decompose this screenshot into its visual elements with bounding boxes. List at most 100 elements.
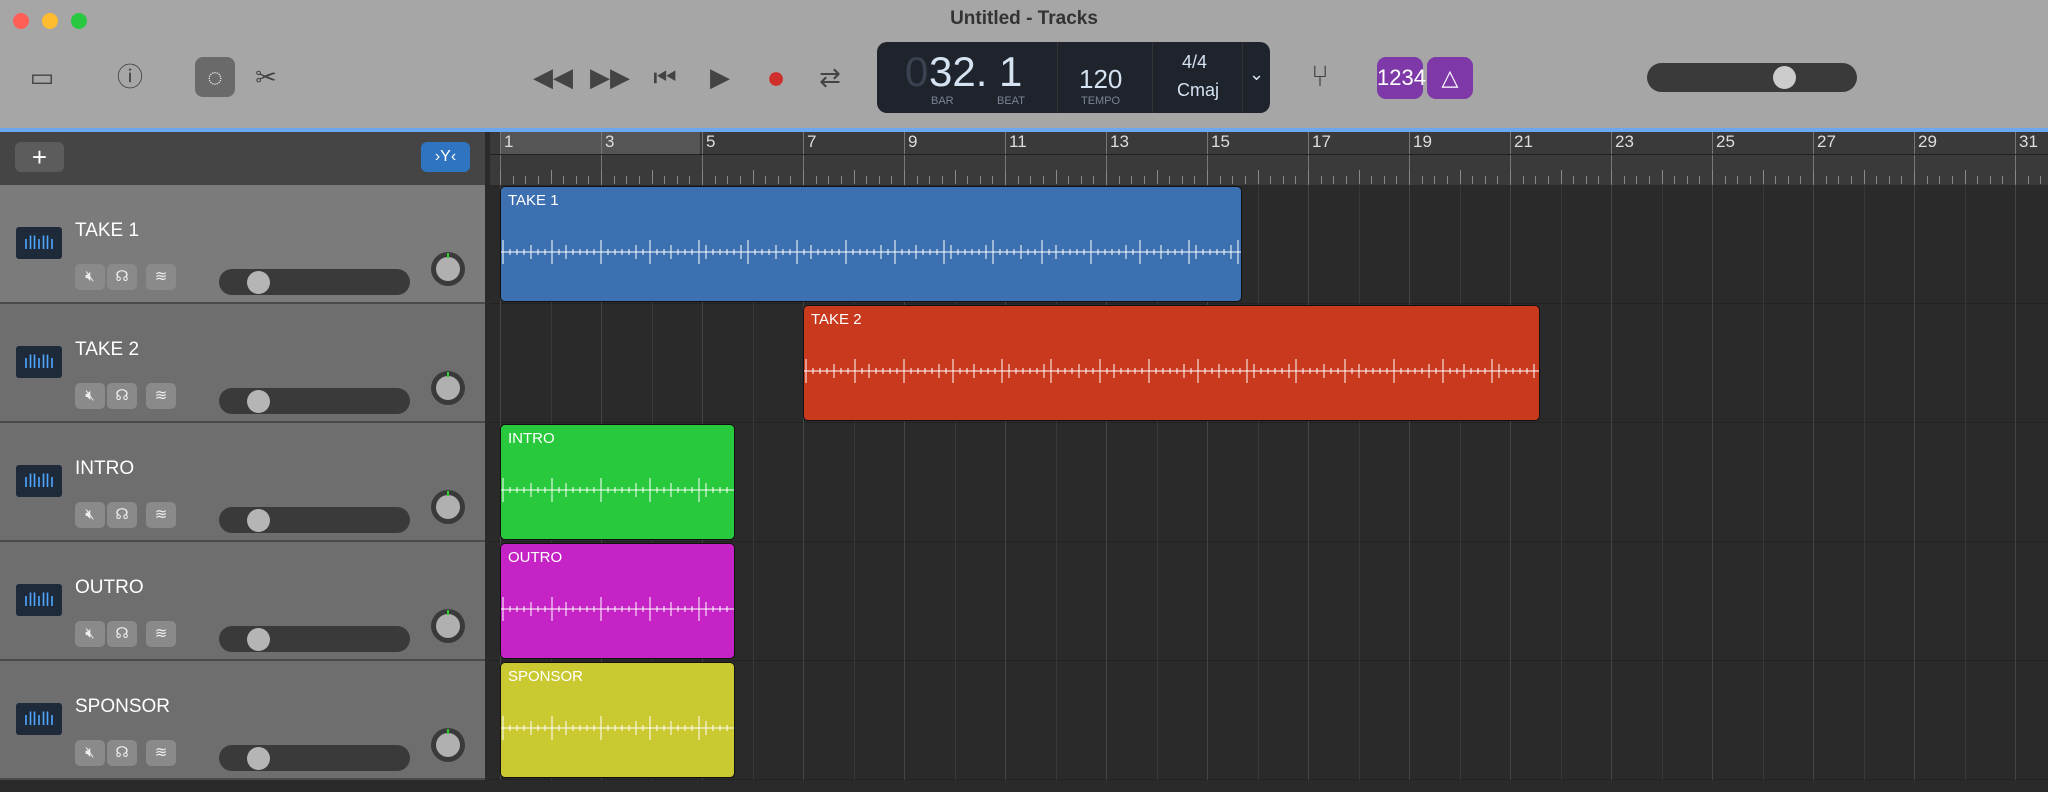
audio-region[interactable]: OUTRO [500, 543, 735, 659]
track-name[interactable]: TAKE 2 [75, 339, 139, 361]
cycle-button[interactable]: ⇄ [810, 57, 850, 97]
mute-button[interactable]: 🔇︎ [75, 621, 105, 647]
mute-button[interactable]: 🔇︎ [75, 264, 105, 290]
audio-region[interactable]: TAKE 2 [803, 305, 1541, 421]
library-icon[interactable]: ▭ [22, 57, 62, 97]
track-lane[interactable]: TAKE 1 [490, 185, 2048, 304]
mute-button[interactable]: 🔇︎ [75, 502, 105, 528]
volume-thumb[interactable] [247, 509, 270, 532]
help-icon[interactable]: ⓘ [110, 57, 150, 97]
audio-waveform-icon: ıllıllı [16, 227, 62, 259]
beat-label: BEAT [997, 95, 1025, 107]
time-signature[interactable]: 4/4 [1182, 52, 1207, 73]
audio-region[interactable]: INTRO [500, 424, 735, 540]
track-volume-slider[interactable] [219, 507, 410, 533]
chevron-down-icon[interactable]: ⌄ [1249, 64, 1264, 85]
volume-thumb[interactable] [247, 271, 270, 294]
track-volume-slider[interactable] [219, 745, 410, 771]
track-name[interactable]: TAKE 1 [75, 220, 139, 242]
pan-knob[interactable] [429, 726, 467, 764]
timeline-ruler[interactable]: 1 3 5 7 9 11 13 15 17 19 21 23 25 27 29 31 [490, 132, 2048, 185]
bar-number: 21 [1514, 132, 1533, 151]
rewind-button[interactable]: ◀◀ [533, 57, 573, 97]
bar-number: 27 [1817, 132, 1836, 151]
track-volume-slider[interactable] [219, 626, 410, 652]
track-lane[interactable]: INTRO [490, 423, 2048, 542]
lcd-display[interactable]: 0 32. 1 BAR BEAT 120 TEMPO 4/4 Cmaj ⌄ [877, 42, 1270, 113]
waveform [501, 478, 734, 502]
volume-thumb[interactable] [247, 628, 270, 651]
track-volume-slider[interactable] [219, 388, 410, 414]
count-in-button[interactable]: 1234 [1377, 57, 1426, 99]
track-header[interactable]: ıllıllı OUTRO 🔇︎ ☊ ≋ [0, 542, 485, 661]
smart-tempo-button[interactable]: ›Y‹ [421, 142, 470, 172]
bar-number: 1 [504, 132, 514, 151]
headphones-icon: ☊ [115, 625, 129, 642]
track-lane[interactable]: OUTRO [490, 542, 2048, 661]
audio-region[interactable]: TAKE 1 [500, 186, 1243, 302]
region-name: SPONSOR [508, 668, 584, 685]
add-track-button[interactable]: + [15, 142, 64, 172]
record-enable-button[interactable]: ≋ [146, 502, 176, 528]
tempo-label: TEMPO [1081, 95, 1121, 107]
waveform [501, 240, 1242, 264]
lcd-bar-lead: 0 [905, 48, 929, 95]
window-title: Untitled - Tracks [950, 8, 1098, 29]
track-name[interactable]: INTRO [75, 458, 134, 480]
fast-forward-button[interactable]: ▶▶ [590, 57, 630, 97]
solo-button[interactable]: ☊ [107, 383, 137, 409]
track-name[interactable]: SPONSOR [75, 696, 170, 718]
mute-button[interactable]: 🔇︎ [75, 383, 105, 409]
audio-waveform-icon: ıllıllı [16, 465, 62, 497]
bar-number: 31 [2019, 132, 2038, 151]
track-header-top: + ›Y‹ [0, 132, 485, 185]
scissors-icon[interactable]: ✂ [246, 57, 286, 97]
bar-number: 5 [706, 132, 716, 151]
bar-number: 13 [1110, 132, 1129, 151]
track-volume-slider[interactable] [219, 269, 410, 295]
track-header[interactable]: ıllıllı SPONSOR 🔇︎ ☊ ≋ [0, 661, 485, 780]
cycle-region[interactable] [500, 132, 700, 154]
master-volume-thumb[interactable] [1773, 66, 1796, 89]
mute-button[interactable]: 🔇︎ [75, 740, 105, 766]
record-enable-button[interactable]: ≋ [146, 740, 176, 766]
record-enable-button[interactable]: ≋ [146, 383, 176, 409]
audio-region[interactable]: SPONSOR [500, 662, 735, 778]
pan-knob[interactable] [429, 488, 467, 526]
volume-thumb[interactable] [247, 390, 270, 413]
solo-button[interactable]: ☊ [107, 502, 137, 528]
toolbar: Untitled - Tracks ▭ ⓘ ◌ ✂ ◀◀ ▶▶ ⏮ ▶ ● ⇄ … [0, 0, 2048, 128]
track-name[interactable]: OUTRO [75, 577, 144, 599]
record-enable-button[interactable]: ≋ [146, 621, 176, 647]
track-lane[interactable]: SPONSOR [490, 661, 2048, 780]
tuner-icon[interactable]: ⑂ [1300, 57, 1340, 97]
key-signature[interactable]: Cmaj [1177, 80, 1219, 101]
track-header[interactable]: ıllıllı INTRO 🔇︎ ☊ ≋ [0, 423, 485, 542]
solo-button[interactable]: ☊ [107, 264, 137, 290]
metronome-button[interactable]: △ [1427, 57, 1473, 99]
track-header[interactable]: ıllıllı TAKE 1 🔇︎ ☊ ≋ [0, 185, 485, 304]
solo-button[interactable]: ☊ [107, 621, 137, 647]
region-name: INTRO [508, 430, 555, 447]
bar-number: 3 [605, 132, 615, 151]
volume-thumb[interactable] [247, 747, 270, 770]
smart-controls-icon[interactable]: ◌ [195, 57, 235, 97]
region-name: TAKE 2 [811, 311, 862, 328]
master-volume-slider[interactable] [1647, 63, 1857, 92]
go-to-beginning-button[interactable]: ⏮ [645, 57, 685, 97]
pan-knob[interactable] [429, 369, 467, 407]
tempo-value[interactable]: 120 [1079, 64, 1122, 95]
bar-number: 11 [1009, 132, 1027, 151]
lcd-position: 32. 1 [929, 48, 1023, 95]
track-lane[interactable]: TAKE 2 [490, 304, 2048, 423]
waveform [804, 359, 1540, 383]
record-button[interactable]: ● [756, 57, 796, 97]
play-button[interactable]: ▶ [700, 57, 740, 97]
track-header[interactable]: ıllıllı TAKE 2 🔇︎ ☊ ≋ [0, 304, 485, 423]
region-name: TAKE 1 [508, 192, 559, 209]
record-enable-button[interactable]: ≋ [146, 264, 176, 290]
pan-knob[interactable] [429, 607, 467, 645]
pan-knob[interactable] [429, 250, 467, 288]
region-name: OUTRO [508, 549, 563, 566]
solo-button[interactable]: ☊ [107, 740, 137, 766]
